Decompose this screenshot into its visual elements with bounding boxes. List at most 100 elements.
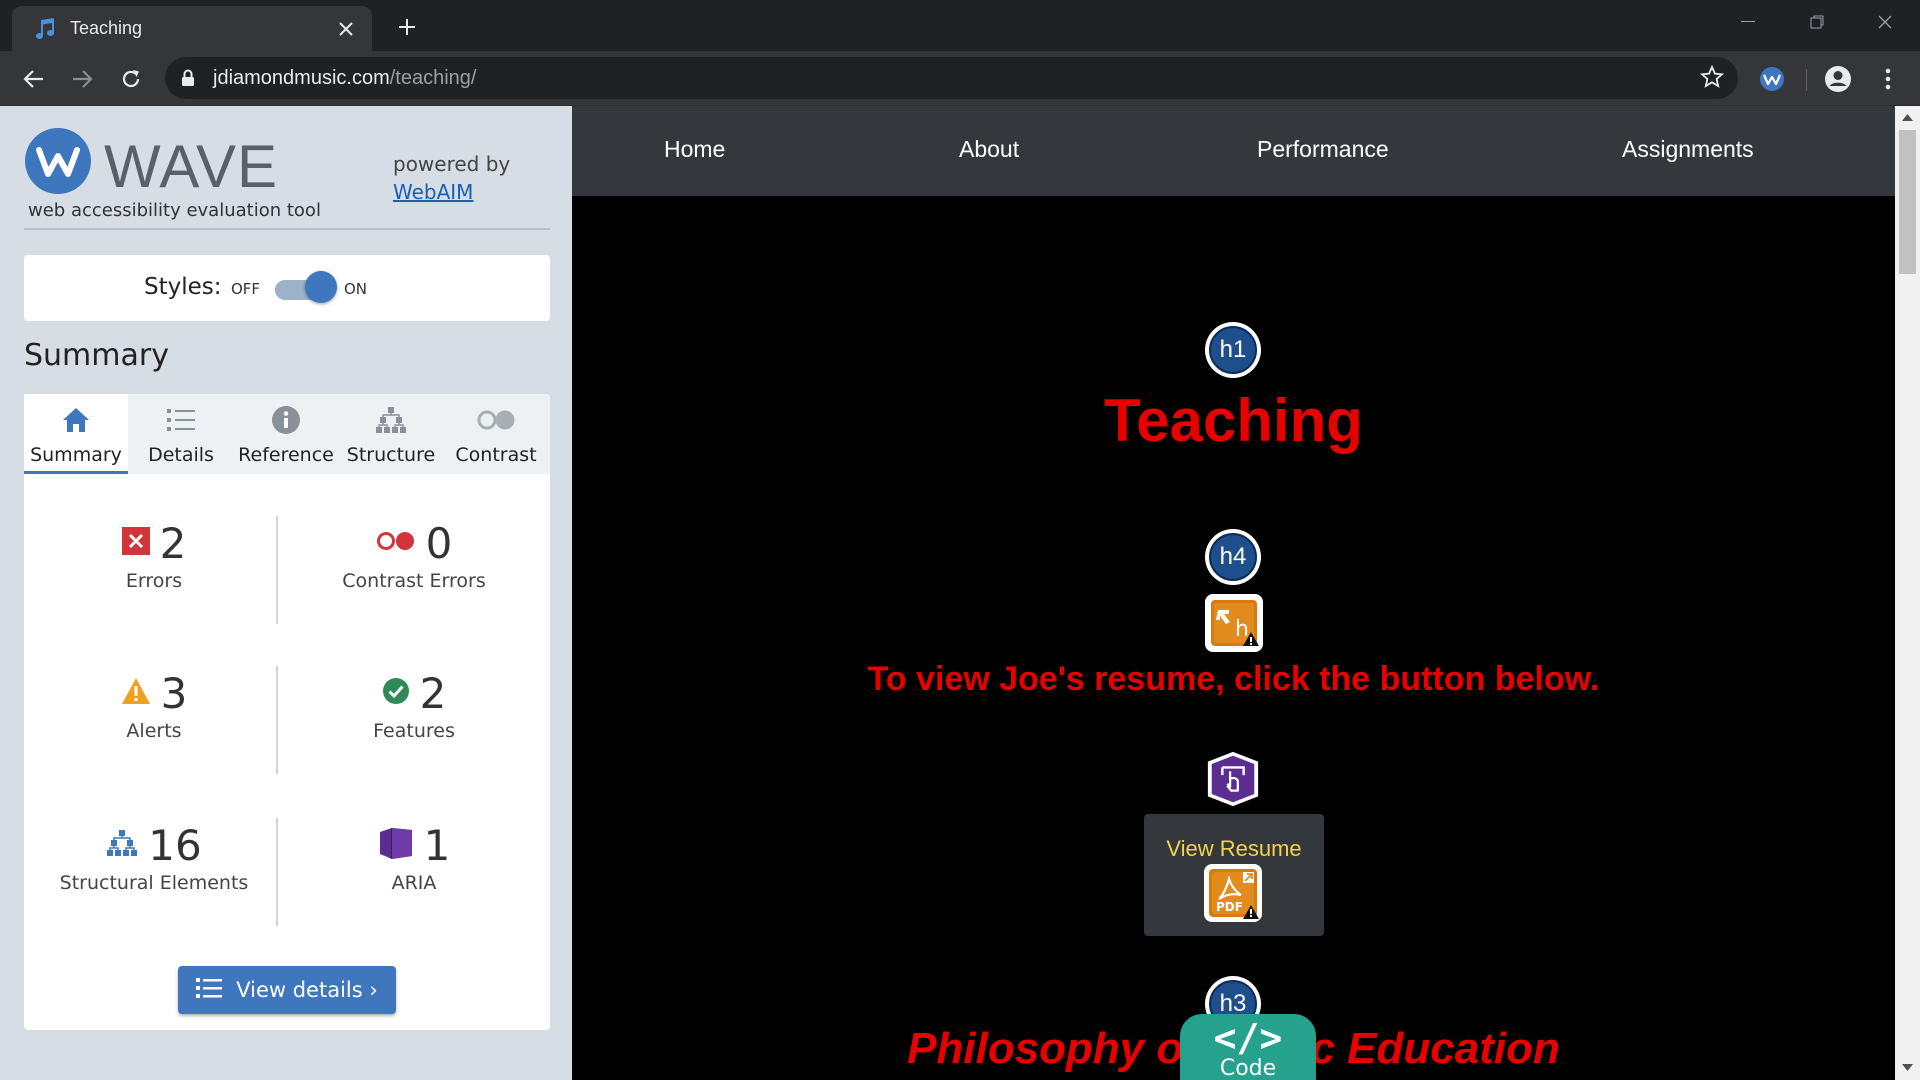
code-label: Code xyxy=(1219,1056,1277,1080)
summary-panel: Summary Details Reference Structure Cont… xyxy=(24,394,550,1030)
styles-label: Styles: xyxy=(144,274,222,300)
stat-divider xyxy=(276,818,278,926)
browser-toolbar: jdiamondmusic.com/teaching/ xyxy=(0,51,1920,106)
scroll-up-icon[interactable] xyxy=(1902,114,1913,121)
summary-heading: Summary xyxy=(24,338,169,373)
stat-errors[interactable]: 2 Errors xyxy=(34,518,274,592)
nav-home[interactable]: Home xyxy=(664,136,725,163)
h4-badge-icon[interactable]: h4 xyxy=(1205,529,1261,585)
wave-extension-icon[interactable] xyxy=(1754,61,1790,97)
reload-icon[interactable] xyxy=(113,61,149,97)
page-heading-h4: To view Joe's resume, click the button b… xyxy=(867,660,1600,698)
back-icon[interactable] xyxy=(16,61,52,97)
restore-icon[interactable] xyxy=(1786,0,1848,44)
minimize-icon[interactable] xyxy=(1717,0,1779,44)
page-heading-h1: Teaching xyxy=(1104,387,1363,454)
tab-reference[interactable]: Reference xyxy=(234,394,338,474)
url-text: jdiamondmusic.com/teaching/ xyxy=(213,67,477,89)
stat-structural[interactable]: 16 Structural Elements xyxy=(34,820,274,895)
tab-details[interactable]: Details xyxy=(129,394,233,474)
webaim-link[interactable]: WebAIM xyxy=(393,178,510,206)
tab-structure[interactable]: Structure xyxy=(339,394,443,474)
forward-icon[interactable] xyxy=(64,61,100,97)
home-icon xyxy=(24,404,128,436)
contrast-errors-count: 0 xyxy=(425,518,453,568)
alerts-label: Alerts xyxy=(126,720,182,742)
contrast-icon xyxy=(444,404,548,436)
code-icon: </> xyxy=(1213,1016,1283,1060)
styles-off-label: OFF xyxy=(231,280,261,298)
styles-toggle-box: Styles: OFF ON xyxy=(24,255,550,321)
stat-contrast-errors[interactable]: 0 Contrast Errors xyxy=(294,518,534,593)
list-icon xyxy=(196,977,223,1004)
svg-text:h: h xyxy=(1235,617,1249,642)
powered-by-text: powered by xyxy=(393,152,511,176)
styles-on-label: ON xyxy=(344,280,368,298)
structural-count: 16 xyxy=(148,820,202,870)
stat-features[interactable]: 2 Features xyxy=(294,668,534,743)
toolbar-separator xyxy=(1806,69,1807,91)
list-icon xyxy=(129,404,233,436)
code-panel-toggle[interactable]: </> Code xyxy=(1180,1014,1316,1080)
music-note-icon xyxy=(30,14,60,44)
profile-icon[interactable] xyxy=(1820,61,1856,97)
divider xyxy=(24,228,550,230)
page-content: Home About Performance Assignments h1 Te… xyxy=(572,106,1895,1080)
tab-contrast[interactable]: Contrast xyxy=(444,394,548,474)
h1-badge-icon[interactable]: h1 xyxy=(1205,322,1261,378)
bookmark-star-icon[interactable] xyxy=(1699,64,1725,93)
aria-button-icon[interactable] xyxy=(1204,750,1262,808)
wave-subtitle: web accessibility evaluation tool xyxy=(28,200,321,221)
scroll-thumb[interactable] xyxy=(1899,130,1916,274)
errors-count: 2 xyxy=(159,518,187,568)
site-nav: Home About Performance Assignments xyxy=(572,106,1895,196)
view-resume-label: View Resume xyxy=(1166,836,1302,861)
kebab-menu-icon[interactable] xyxy=(1870,61,1906,97)
nav-about[interactable]: About xyxy=(959,136,1019,163)
tab-summary[interactable]: Summary xyxy=(24,394,128,474)
feature-check-icon xyxy=(382,677,410,709)
page-scrollbar[interactable] xyxy=(1895,106,1920,1080)
contrast-errors-label: Contrast Errors xyxy=(342,570,486,592)
scroll-down-icon[interactable] xyxy=(1902,1064,1913,1071)
wave-logo-icon xyxy=(25,128,91,194)
skipped-heading-alert-icon[interactable]: h xyxy=(1205,594,1263,652)
stat-divider xyxy=(276,666,278,774)
alert-icon xyxy=(121,677,151,709)
features-label: Features xyxy=(373,720,455,742)
nav-assignments[interactable]: Assignments xyxy=(1622,136,1754,163)
info-icon xyxy=(234,404,338,436)
close-tab-icon[interactable] xyxy=(332,15,360,43)
wave-tabs: Summary Details Reference Structure Cont… xyxy=(24,394,550,474)
structure-icon xyxy=(106,829,138,861)
lock-icon xyxy=(181,69,195,91)
address-bar[interactable]: jdiamondmusic.com/teaching/ xyxy=(165,57,1738,99)
view-resume-button[interactable]: View Resume PDF xyxy=(1144,814,1324,936)
browser-tab[interactable]: Teaching xyxy=(12,6,372,51)
stat-divider xyxy=(276,516,278,624)
wave-title: WAVE xyxy=(104,133,279,200)
powered-by: powered by WebAIM xyxy=(393,150,510,206)
browser-tabstrip: Teaching xyxy=(0,0,1920,51)
aria-icon xyxy=(378,826,414,864)
stat-alerts[interactable]: 3 Alerts xyxy=(34,668,274,742)
nav-performance[interactable]: Performance xyxy=(1257,136,1389,163)
structural-label: Structural Elements xyxy=(59,872,249,894)
tab-title: Teaching xyxy=(70,18,143,38)
features-count: 2 xyxy=(419,668,447,718)
window-close-icon[interactable] xyxy=(1854,0,1916,44)
svg-text:PDF: PDF xyxy=(1216,900,1243,914)
styles-toggle-knob[interactable] xyxy=(305,271,337,303)
view-details-button[interactable]: View details › xyxy=(178,966,396,1014)
pdf-link-alert-icon[interactable]: PDF xyxy=(1204,864,1262,922)
tab-label: Contrast xyxy=(455,444,537,466)
hierarchy-icon xyxy=(339,404,443,436)
wave-sidebar: WAVE web accessibility evaluation tool p… xyxy=(0,106,572,1080)
error-icon xyxy=(121,527,150,559)
new-tab-icon[interactable] xyxy=(390,10,424,44)
errors-label: Errors xyxy=(125,570,183,592)
stat-aria[interactable]: 1 ARIA xyxy=(294,820,534,894)
alerts-count: 3 xyxy=(160,668,188,718)
view-details-label: View details › xyxy=(236,978,378,1002)
aria-count: 1 xyxy=(423,820,451,870)
